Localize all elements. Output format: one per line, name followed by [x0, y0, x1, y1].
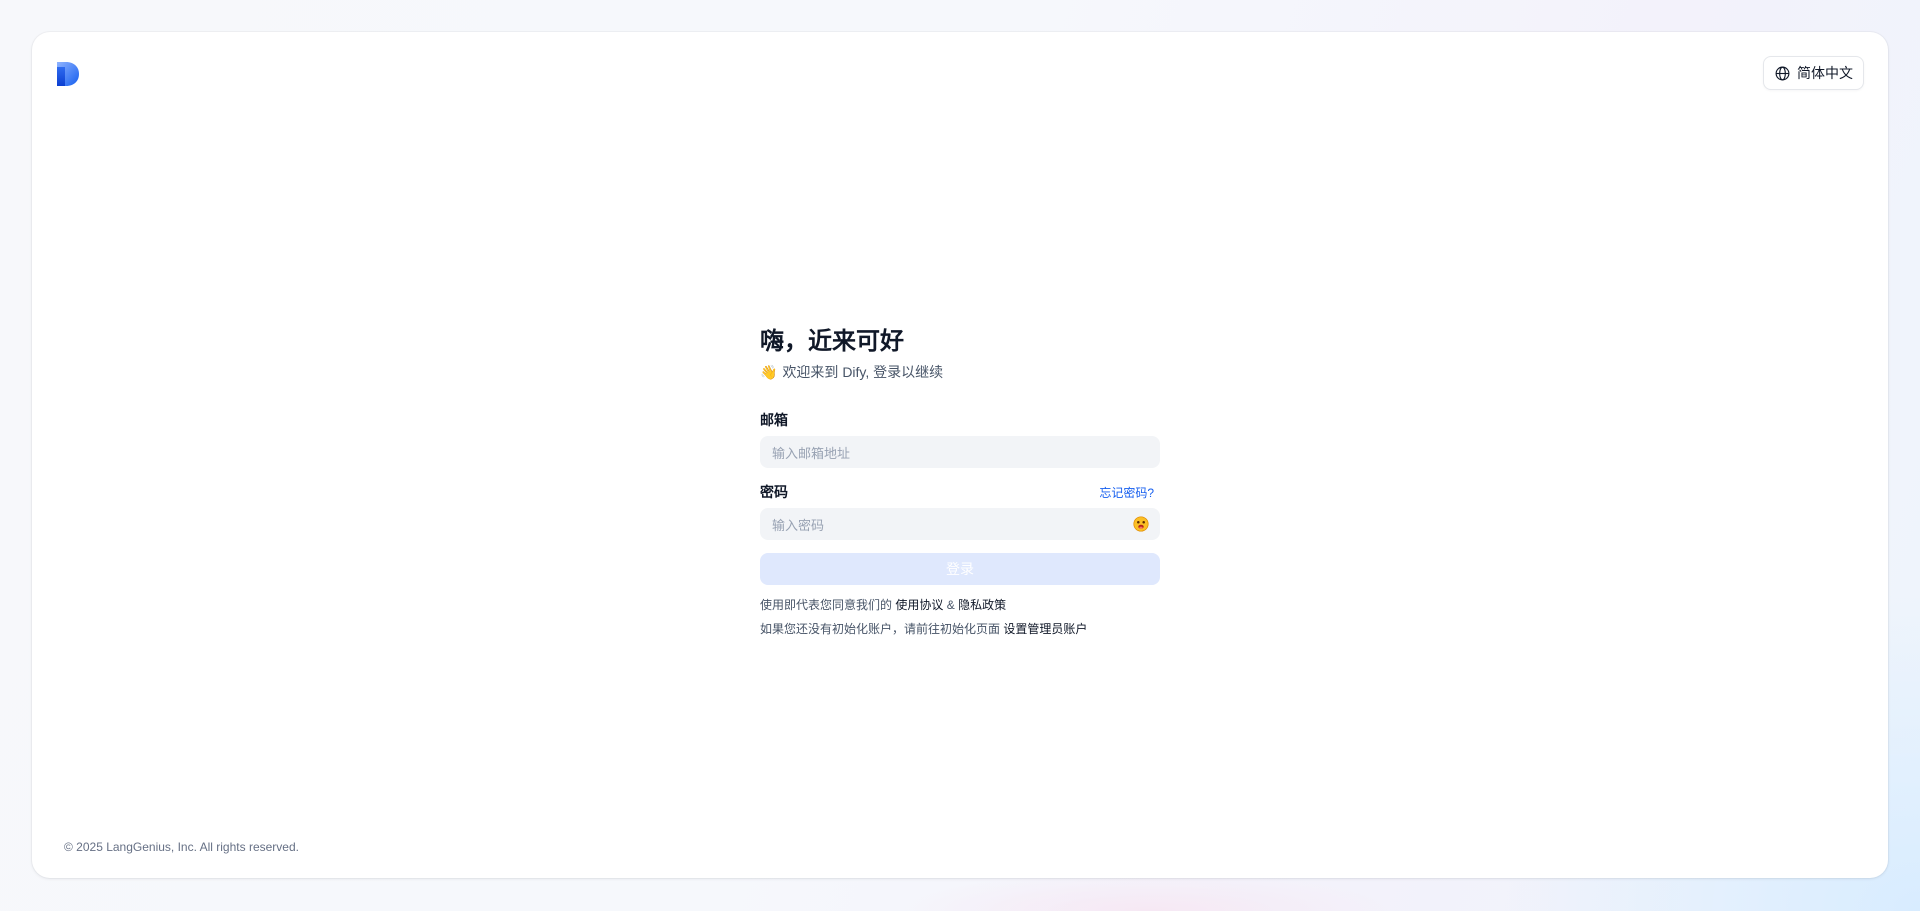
- login-button[interactable]: 登录: [760, 553, 1160, 585]
- init-prefix: 如果您还没有初始化账户，请前往初始化页面: [760, 622, 1001, 636]
- email-field-group: 邮箱 输入邮箱地址: [760, 410, 1160, 468]
- page-title: 嗨，近来可好: [760, 328, 904, 355]
- password-field[interactable]: 输入密码: [760, 508, 1160, 540]
- terms-line: 使用即代表您同意我们的 使用协议 & 隐私政策: [760, 593, 1160, 617]
- subtitle: 👋 欢迎来到 Dify, 登录以继续: [760, 362, 1160, 382]
- init-line: 如果您还没有初始化账户，请前往初始化页面 设置管理员账户: [760, 617, 1160, 641]
- dify-logo-icon: [57, 62, 79, 86]
- terms-prefix: 使用即代表您同意我们的: [760, 598, 893, 612]
- email-field[interactable]: 输入邮箱地址: [760, 436, 1160, 468]
- show-password-emoji-icon[interactable]: [1132, 515, 1150, 533]
- email-placeholder: 输入邮箱地址: [772, 445, 851, 461]
- password-label-row: 密码 忘记密码?: [760, 482, 1160, 502]
- terms-of-use-link[interactable]: 使用协议: [895, 598, 943, 612]
- email-label-row: 邮箱: [760, 410, 1160, 430]
- privacy-policy-link[interactable]: 隐私政策: [958, 598, 1006, 612]
- password-placeholder: 输入密码: [772, 517, 825, 533]
- wave-hand-icon: 👋: [760, 363, 778, 380]
- setup-admin-link[interactable]: 设置管理员账户: [1003, 622, 1087, 636]
- email-label: 邮箱: [760, 412, 788, 428]
- password-label: 密码: [760, 484, 788, 500]
- main-card: 简体中文 嗨，近来可好 👋 欢迎来到 Dify, 登录以继续 邮箱 输入邮箱地址…: [32, 32, 1888, 878]
- language-label: 简体中文: [1797, 65, 1853, 81]
- subtitle-text: 欢迎来到 Dify, 登录以继续: [782, 364, 944, 380]
- forgot-password-link[interactable]: 忘记密码?: [1099, 484, 1154, 501]
- login-form: 嗨，近来可好 👋 欢迎来到 Dify, 登录以继续 邮箱 输入邮箱地址 密码 忘…: [760, 326, 1160, 641]
- copyright-footer: © 2025 LangGenius, Inc. All rights reser…: [64, 840, 299, 854]
- globe-icon: [1775, 66, 1790, 80]
- language-selector-button[interactable]: 简体中文: [1763, 56, 1864, 90]
- terms-notice: 使用即代表您同意我们的 使用协议 & 隐私政策 如果您还没有初始化账户，请前往初…: [760, 593, 1160, 641]
- password-field-group: 密码 忘记密码? 输入密码: [760, 482, 1160, 540]
- terms-and: &: [946, 598, 955, 612]
